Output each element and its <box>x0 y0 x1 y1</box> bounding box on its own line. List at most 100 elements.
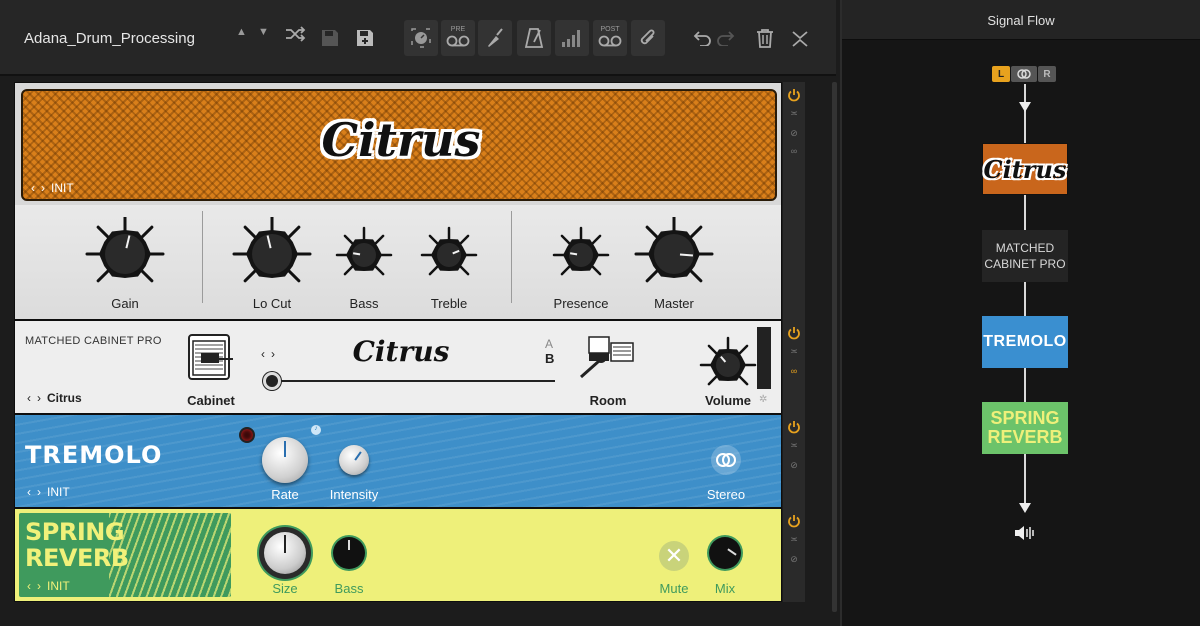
amp-side-controls: ≍ ⊘ ∞ <box>783 82 805 320</box>
spring-title-line2: REVERB <box>25 544 129 572</box>
shuffle-icon[interactable] <box>285 26 307 46</box>
mute-button[interactable]: ✕ <box>659 541 689 571</box>
volume-knob[interactable] <box>695 335 761 395</box>
prev-preset-icon[interactable]: ‹ <box>27 391 31 405</box>
bypass-icon[interactable]: ⊘ <box>789 460 799 470</box>
prev-cabinet-icon[interactable]: ‹ <box>261 347 265 361</box>
cabinet-module-title: MATCHED CABINET PRO <box>25 335 162 347</box>
power-icon[interactable] <box>787 514 801 528</box>
amp-preset-name[interactable]: INIT <box>51 181 74 195</box>
note-sync-icon[interactable]: ♪ <box>311 425 321 435</box>
knob-cap <box>352 243 376 267</box>
flow-cab-line2: CABINET PRO <box>984 257 1066 271</box>
speaker-output-icon[interactable] <box>1013 524 1037 542</box>
cabinet-label: Cabinet <box>187 393 235 408</box>
prev-preset-icon[interactable]: ‹ <box>31 181 35 195</box>
rate-knob[interactable] <box>262 437 308 483</box>
room-mic-icon[interactable] <box>579 333 641 388</box>
flow-block-tremolo[interactable]: TREMOLO <box>982 316 1068 368</box>
lo-cut-knob[interactable] <box>232 217 312 291</box>
flow-block-spring[interactable]: SPRING REVERB <box>982 402 1068 454</box>
size-knob[interactable] <box>259 527 311 579</box>
app-window: Adana_Drum_Processing ▲ ▼ PRE POST Citru… <box>0 0 1200 626</box>
treble-knob[interactable] <box>414 223 484 287</box>
power-icon[interactable] <box>787 420 801 434</box>
knob-cap <box>105 234 145 274</box>
next-preset-icon[interactable]: › <box>37 391 41 405</box>
master-knob[interactable] <box>634 217 714 291</box>
link-icon[interactable]: ∞ <box>789 366 799 376</box>
rack-scrollbar[interactable] <box>832 82 837 612</box>
bypass-icon[interactable]: ⊘ <box>789 128 799 138</box>
prev-preset-icon[interactable]: ‹ <box>27 485 31 499</box>
gain-knob[interactable] <box>85 217 165 291</box>
save-as-icon[interactable] <box>355 28 375 52</box>
ab-a-label[interactable]: A <box>545 337 553 351</box>
stereo-button[interactable] <box>711 445 741 475</box>
amp-preset-nav: ‹ › INIT <box>31 181 74 195</box>
spring-preset-name[interactable]: INIT <box>47 579 70 593</box>
knob-cap <box>716 353 740 377</box>
collapse-icon[interactable]: ≍ <box>789 534 799 544</box>
reverb-side-controls: ≍ ⊘ <box>783 508 805 602</box>
bass-knob-reverb[interactable] <box>333 537 365 569</box>
tuner-button[interactable] <box>404 20 438 56</box>
intensity-knob[interactable] <box>339 445 369 475</box>
ab-b-label[interactable]: B <box>545 351 554 366</box>
flow-block-citrus[interactable]: Citrus <box>982 143 1068 195</box>
collapse-icon[interactable]: ≍ <box>789 440 799 450</box>
amp-cabinet-icon[interactable] <box>187 333 235 386</box>
preset-down-icon[interactable]: ▼ <box>258 26 269 38</box>
stereo-channel-button[interactable] <box>1011 66 1037 82</box>
attachment-button[interactable] <box>631 20 665 56</box>
next-preset-icon[interactable]: › <box>41 181 45 195</box>
collapse-all-icon[interactable] <box>790 30 810 52</box>
preset-name[interactable]: Adana_Drum_Processing <box>24 30 195 47</box>
level-meter-button[interactable] <box>555 20 589 56</box>
next-preset-icon[interactable]: › <box>37 485 41 499</box>
cabinet-preset-name[interactable]: Citrus <box>47 391 82 405</box>
metronome-button[interactable] <box>517 20 551 56</box>
next-cabinet-icon[interactable]: › <box>271 347 275 361</box>
arrow-down-icon <box>1019 503 1031 513</box>
pick-button[interactable] <box>478 20 512 56</box>
spring-reverb-module: SPRING REVERB ‹ › INIT Size Bass ✕ Mute … <box>14 508 782 602</box>
bypass-icon[interactable]: ⊘ <box>789 554 799 564</box>
cabinet-model-name: Citrus <box>352 335 450 368</box>
prev-preset-icon[interactable]: ‹ <box>27 579 31 593</box>
post-recorder-button[interactable]: POST <box>593 20 627 56</box>
knob-indicator <box>679 253 694 257</box>
mic-position-handle[interactable] <box>263 372 281 390</box>
save-icon[interactable] <box>320 28 340 52</box>
amp-module: Citrus ‹ › INIT Gain Lo Cut Bass Treble <box>14 82 782 320</box>
presence-knob[interactable] <box>546 223 616 287</box>
pre-recorder-button[interactable]: PRE <box>441 20 475 56</box>
flow-spring-line2: REVERB <box>987 427 1063 447</box>
tremolo-preset-name[interactable]: INIT <box>47 485 70 499</box>
preset-up-icon[interactable]: ▲ <box>236 26 247 38</box>
left-channel-button[interactable]: L <box>992 66 1010 82</box>
link-icon[interactable]: ∞ <box>789 146 799 156</box>
tremolo-preset-nav: ‹ › INIT <box>27 485 70 499</box>
spring-reverb-title: SPRING REVERB <box>25 519 129 571</box>
master-label: Master <box>654 296 694 311</box>
top-toolbar: Adana_Drum_Processing ▲ ▼ PRE POST <box>0 0 836 76</box>
mic-position-track <box>273 380 555 382</box>
redo-icon[interactable] <box>716 30 736 50</box>
trash-icon[interactable] <box>756 28 774 52</box>
power-icon[interactable] <box>787 88 801 102</box>
mix-knob[interactable] <box>709 537 741 569</box>
power-icon[interactable] <box>787 326 801 340</box>
bass-knob[interactable] <box>329 223 399 287</box>
collapse-icon[interactable]: ≍ <box>789 108 799 118</box>
knob-tick <box>286 225 301 240</box>
settings-gear-icon[interactable]: ✲ <box>759 394 767 405</box>
spring-preset-nav: ‹ › INIT <box>27 579 70 593</box>
next-preset-icon[interactable]: › <box>37 579 41 593</box>
collapse-icon[interactable]: ≍ <box>789 346 799 356</box>
knob-tick <box>243 225 258 240</box>
flow-block-cabinet[interactable]: MATCHED CABINET PRO <box>982 230 1068 282</box>
right-channel-button[interactable]: R <box>1038 66 1056 82</box>
undo-icon[interactable] <box>692 30 712 50</box>
mute-label: Mute <box>659 581 689 596</box>
